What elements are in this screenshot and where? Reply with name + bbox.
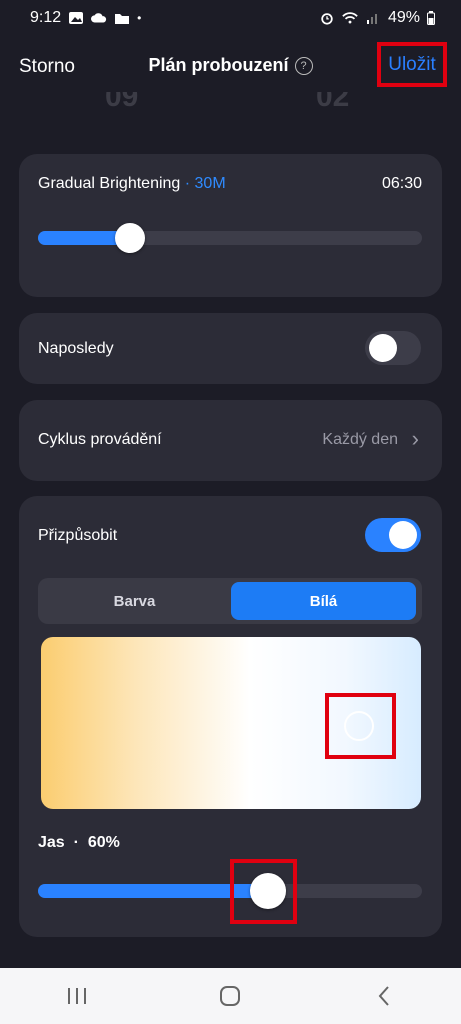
brightening-separator: · (180, 175, 195, 192)
customize-toggle-knob (389, 521, 417, 549)
save-button-label: Uložit (388, 53, 436, 75)
signal-icon (366, 14, 377, 24)
cloud-icon (91, 13, 107, 23)
brightening-slider[interactable] (38, 223, 422, 253)
cycle-label: Cyklus provádění (38, 431, 162, 448)
back-icon[interactable] (354, 976, 414, 1016)
nav-header: Storno Plán probouzení? Uložit (0, 36, 461, 98)
time-picker-minute[interactable]: 02 (316, 92, 349, 114)
mode-segmented-control: Barva Bílá (38, 578, 422, 624)
last-card: Naposledy (19, 313, 442, 384)
help-icon[interactable]: ? (294, 57, 313, 75)
cycle-card[interactable]: Cyklus provádění Každý den › (19, 400, 442, 481)
page-title-text: Plán probouzení (148, 55, 289, 75)
brightness-title: Jas (38, 834, 65, 851)
status-dot: • (137, 11, 142, 25)
last-toggle[interactable] (365, 331, 421, 365)
gallery-icon (69, 12, 84, 24)
system-nav-bar (0, 968, 461, 1024)
status-time: 9:12 (30, 9, 62, 26)
brightness-separator: · (73, 834, 79, 851)
time-picker-hour[interactable]: 09 (105, 92, 138, 114)
brightness-label: Jas · 60% (38, 834, 120, 852)
battery-icon (427, 11, 435, 25)
tab-color[interactable]: Barva (42, 582, 227, 620)
battery-percent: 49% (387, 9, 420, 26)
chevron-right-icon: › (411, 426, 419, 451)
brightening-label: Gradual Brightening · 30M (38, 175, 226, 193)
status-bar: 9:12 • 49% (0, 0, 461, 36)
home-icon[interactable] (200, 976, 260, 1016)
cycle-value: Každý den (322, 431, 398, 448)
last-label: Naposledy (38, 340, 114, 357)
save-button[interactable]: Uložit (377, 42, 447, 87)
customize-card: Přizpůsobit Barva Bílá Jas · 60% (19, 496, 442, 937)
highlight-box-slider (230, 859, 297, 924)
alarm-icon (321, 13, 333, 25)
brightening-card: Gradual Brightening · 30M 06:30 (19, 154, 442, 297)
last-toggle-knob (369, 334, 397, 362)
status-left: 9:12 • (30, 9, 141, 27)
color-picker-handle[interactable] (344, 711, 374, 741)
brightening-time: 06:30 (381, 175, 422, 192)
folder-icon (115, 14, 130, 24)
brightening-slider-thumb[interactable] (115, 223, 146, 253)
customize-toggle[interactable] (365, 518, 421, 552)
status-right: 49% (319, 9, 435, 27)
wifi-icon (342, 12, 358, 24)
customize-label: Přizpůsobit (38, 527, 118, 544)
recents-icon[interactable] (47, 976, 107, 1016)
brightness-value: 60% (87, 834, 120, 851)
brightening-title: Gradual Brightening (38, 175, 181, 192)
tab-white[interactable]: Bílá (231, 582, 416, 620)
brightening-duration: 30M (194, 175, 226, 192)
